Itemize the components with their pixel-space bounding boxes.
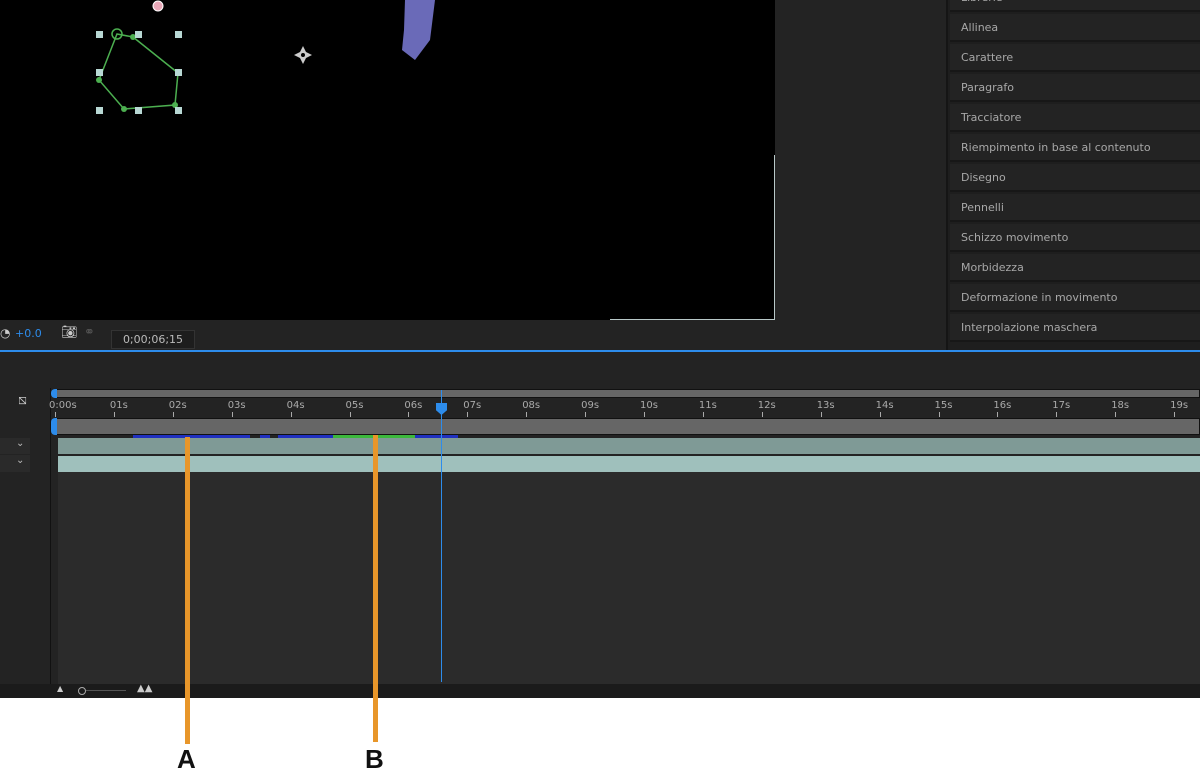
ruler-tick-label: 10s <box>640 400 658 411</box>
panel-item[interactable]: Riempimento in base al contenuto <box>950 134 1200 162</box>
ruler-tick <box>1056 412 1058 417</box>
panel-item[interactable]: Tracciatore <box>950 104 1200 132</box>
ruler-tick-label: 19s <box>1170 400 1189 411</box>
ruler-tick-label: 14s <box>875 400 894 411</box>
ruler-tick <box>55 412 56 417</box>
ruler-tick <box>997 412 999 417</box>
graph-editor-icon[interactable]: ⧅ <box>18 392 27 408</box>
render-cache-bar <box>133 435 250 438</box>
ruler-tick-label: 16s <box>993 400 1012 411</box>
annotation-label-b: B <box>365 744 384 774</box>
ruler-tick <box>349 412 351 417</box>
viewer-background <box>775 0 946 350</box>
ruler-tick-label: 04s <box>286 400 305 411</box>
ruler-tick-label: 02s <box>168 400 187 411</box>
annotation-line-b <box>373 435 378 742</box>
panel-item[interactable]: Interpolazione maschera <box>950 314 1200 342</box>
ruler-tick <box>290 412 292 417</box>
mask-path[interactable] <box>0 0 776 321</box>
layer-bar-2[interactable] <box>58 456 1200 472</box>
panel-item[interactable]: Paragrafo <box>950 74 1200 102</box>
ruler-tick-label: 0:00s <box>49 400 77 411</box>
ruler-tick-label: 01s <box>109 400 128 411</box>
timeline-footer: ▲ ▲▲ <box>0 683 1200 698</box>
ruler-tick <box>702 412 704 417</box>
show-snapshot-icon[interactable]: ⚭ <box>84 325 95 340</box>
ruler-tick <box>585 412 587 417</box>
ruler-tick-label: 03s <box>227 400 246 411</box>
ruler-tick-label: 13s <box>816 400 835 411</box>
ruler-tick <box>231 412 233 417</box>
exposure-icon[interactable]: ◔ <box>0 326 10 340</box>
panel-item[interactable]: Disegno <box>950 164 1200 192</box>
panel-item[interactable]: Carattere <box>950 44 1200 72</box>
expand-layer-2-icon[interactable]: ⌄ <box>16 455 24 466</box>
current-time-field[interactable]: 0;00;06;15 <box>111 330 195 349</box>
ruler-tick <box>879 412 881 417</box>
panel-item[interactable]: Morbidezza <box>950 254 1200 282</box>
ruler-tick <box>1174 412 1176 417</box>
anchor-point-icon <box>294 46 312 64</box>
annotation-label-a: A <box>177 744 196 774</box>
ruler-tick-label: 08s <box>522 400 541 411</box>
viewer-toolbar: ◔ +0.0 📷︎ ⚭ 0;00;06;15 <box>0 320 946 350</box>
panel-item[interactable]: Librerie <box>950 0 1200 12</box>
ruler-tick <box>526 412 528 417</box>
ruler-tick-label: 05s <box>345 400 364 411</box>
layer-bar-1[interactable] <box>58 438 1200 454</box>
ruler-tick-label: 17s <box>1052 400 1071 411</box>
playhead-line[interactable] <box>441 390 442 682</box>
ruler-tick-label: 15s <box>934 400 953 411</box>
panel-item[interactable]: Allinea <box>950 14 1200 42</box>
work-area-bar[interactable] <box>53 389 1200 398</box>
exposure-value[interactable]: +0.0 <box>15 327 42 340</box>
ruler-tick <box>408 412 410 417</box>
panel-item[interactable]: Schizzo movimento <box>950 224 1200 252</box>
ruler-tick-label: 09s <box>581 400 600 411</box>
composition-viewer[interactable] <box>0 0 776 321</box>
ruler-tick <box>172 412 174 417</box>
time-navigator[interactable] <box>53 418 1200 435</box>
camera-icon[interactable]: 📷︎ <box>61 325 78 340</box>
ruler-tick <box>938 412 940 417</box>
ruler-tick-label: 12s <box>757 400 776 411</box>
ruler-tick <box>1115 412 1117 417</box>
ruler-tick-label: 06s <box>404 400 423 411</box>
ruler-tick-label: 11s <box>698 400 717 411</box>
annotation-line-a <box>185 437 190 744</box>
ruler-tick <box>113 412 115 417</box>
ruler-tick <box>644 412 645 417</box>
zoom-out-icon[interactable]: ▲ <box>57 684 63 693</box>
ruler-tick <box>761 412 763 417</box>
panel-item[interactable]: Pennelli <box>950 194 1200 222</box>
panels-list: Librerie AllineaCarattereParagrafoTraccia… <box>946 0 1200 350</box>
ruler-tick <box>467 412 469 417</box>
ruler-tick <box>820 412 822 417</box>
ruler-tick-label: 18s <box>1111 400 1130 411</box>
panel-item[interactable]: Deformazione in movimento <box>950 284 1200 312</box>
ruler-tick-label: 07s <box>463 400 482 411</box>
expand-layer-1-icon[interactable]: ⌄ <box>16 438 24 449</box>
zoom-in-icon[interactable]: ▲▲ <box>137 683 152 694</box>
zoom-slider[interactable] <box>78 687 86 695</box>
